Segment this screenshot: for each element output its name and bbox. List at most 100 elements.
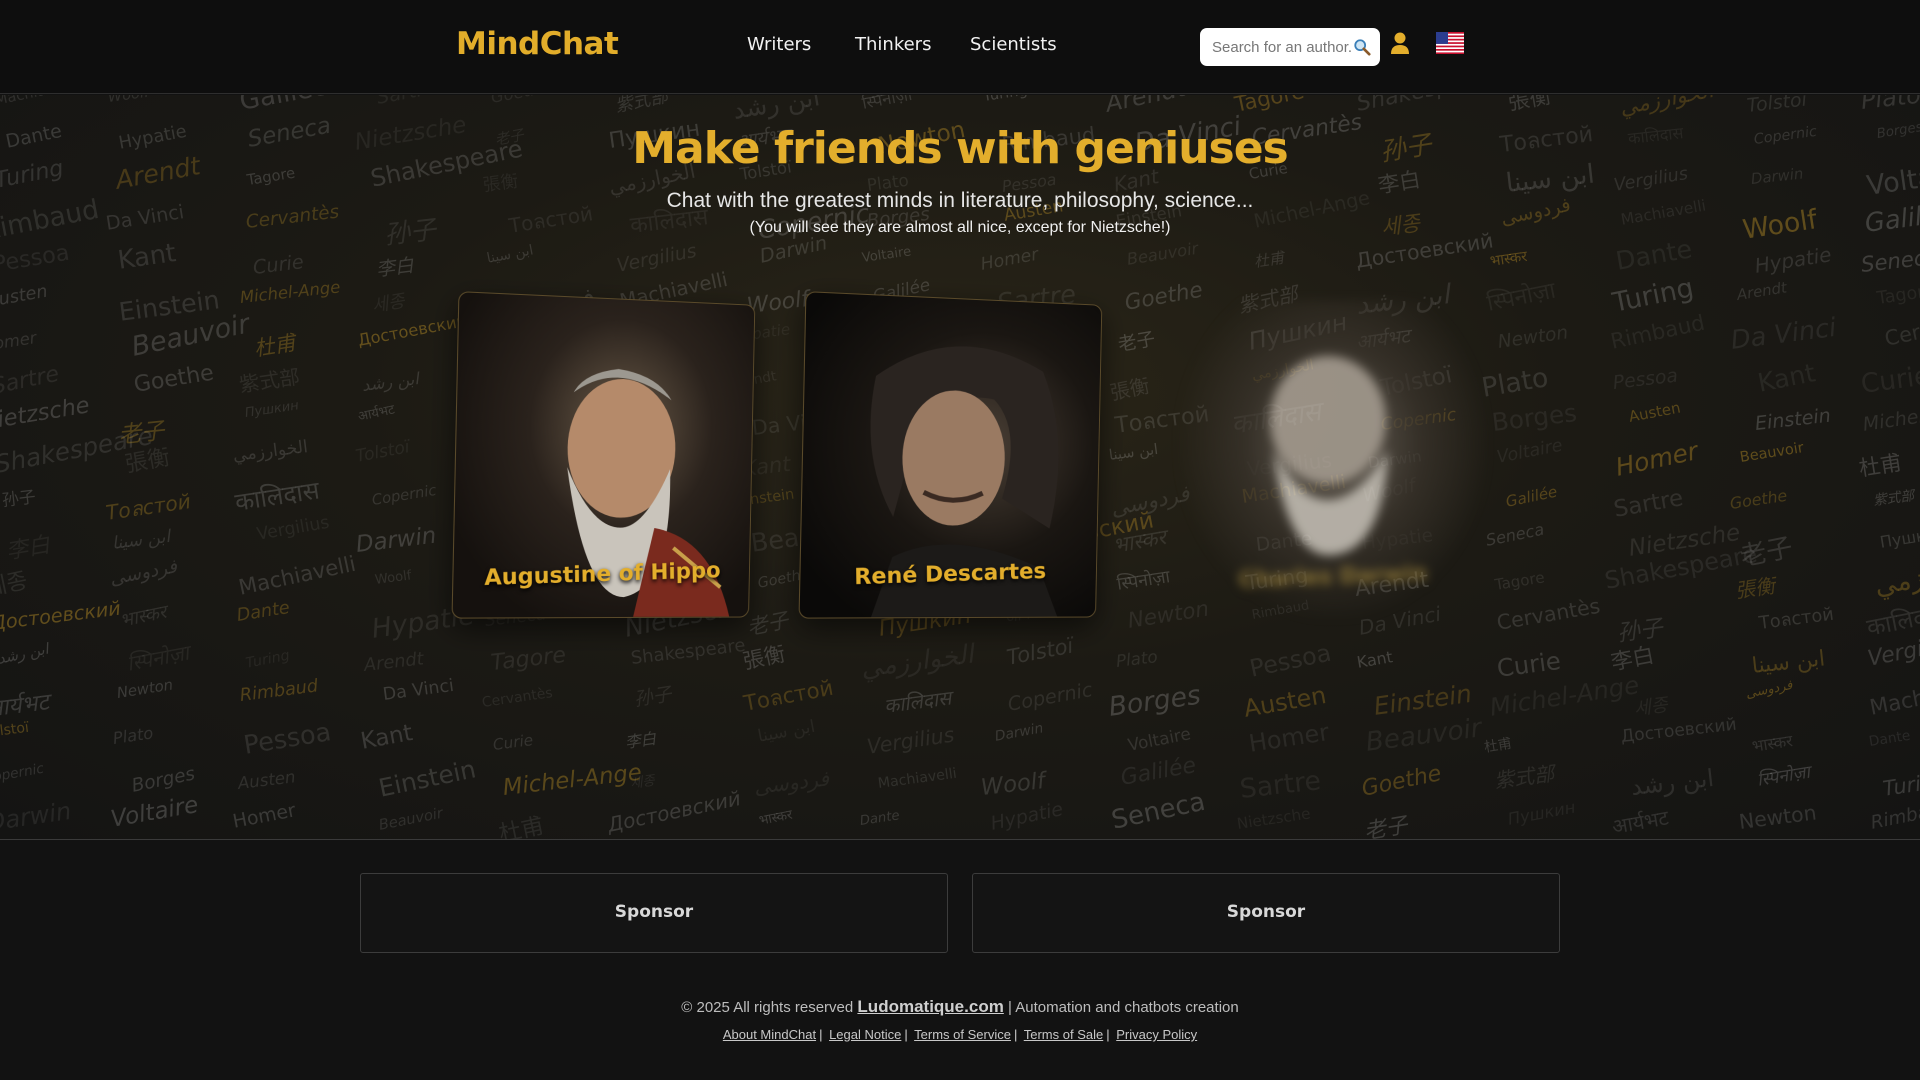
user-icon[interactable]	[1390, 31, 1410, 55]
site-logo[interactable]: MindChat	[456, 26, 619, 62]
background-word: Einstein	[1753, 403, 1832, 435]
hero-note: (You will see they are almost all nice, …	[749, 219, 1171, 236]
background-word: Borges	[1489, 398, 1578, 438]
background-word: Copernic	[0, 760, 46, 787]
background-word: Darwin	[993, 719, 1045, 745]
background-word: 세종	[370, 290, 407, 317]
background-word: Tolstoï	[353, 437, 411, 468]
background-word: 老子	[1737, 531, 1796, 573]
background-word: Beauvoir	[376, 804, 444, 834]
background-word: Nietzsche	[1627, 519, 1742, 562]
background-word: Rimbaud	[1869, 797, 1920, 835]
background-word: 張衡	[1733, 573, 1777, 603]
background-word: Michel-Ange	[1487, 670, 1641, 723]
us-flag-icon[interactable]	[1436, 32, 1464, 54]
footer-copyright-line: © 2025 All rights reserved Ludomatique.c…	[0, 997, 1920, 1017]
background-word: 세종	[0, 567, 31, 602]
background-word: 孙子	[1, 485, 37, 510]
background-word: Turing	[982, 95, 1029, 105]
background-word: Tolstoï	[1004, 632, 1076, 670]
background-word: Voltaire	[1495, 435, 1565, 468]
background-word: 세종	[629, 773, 656, 793]
background-word: Достоевский	[355, 311, 469, 351]
background-word: Einstein	[376, 754, 479, 803]
background-word: Тоลстой	[1757, 603, 1836, 635]
author-card-augustine[interactable]: Augustine of Hippo	[451, 291, 756, 619]
background-word: Voltaire	[861, 244, 913, 266]
background-word: Tolstoï	[0, 720, 30, 742]
background-word: Tagore	[1231, 95, 1306, 118]
background-word: Austen	[1241, 680, 1329, 723]
background-word: Cervantès	[1495, 593, 1603, 635]
nav-thinkers[interactable]: Thinkers	[855, 34, 931, 55]
background-word: Sartre	[1238, 764, 1323, 805]
background-word: 老子	[117, 417, 166, 449]
sponsor-slot-2[interactable]: Sponsor	[972, 873, 1560, 953]
background-word: Goethe	[132, 359, 216, 398]
background-word: 張衡	[122, 444, 172, 478]
background-word: Machiavelli	[0, 95, 76, 109]
background-word: Einstein	[1372, 679, 1474, 722]
background-word: Tolstoï	[1745, 95, 1808, 117]
background-word: 李白	[623, 729, 657, 753]
background-word: Austen	[1627, 398, 1682, 427]
background-word: Newton	[1737, 800, 1818, 835]
background-word: कालिदास	[882, 686, 953, 719]
background-word: 紫式部	[237, 364, 302, 397]
background-word: स्पिनोज़ा	[860, 95, 914, 113]
background-word: Достоевский	[0, 596, 122, 635]
background-word: Michel-Ange	[1861, 396, 1920, 436]
background-word: Pessoa	[1611, 365, 1679, 395]
background-word: Dante	[235, 598, 292, 627]
background-word: Curie	[1858, 360, 1920, 401]
background-word: Beauvoir	[1364, 713, 1484, 759]
background-word: Seneca	[1859, 243, 1920, 278]
background-word: Shakespeare	[629, 634, 747, 669]
background-word: Copernic	[370, 482, 438, 510]
search-box	[1200, 28, 1380, 66]
footer-separator: |	[819, 1027, 823, 1042]
background-word: Beauvoir	[129, 308, 253, 363]
background-word: 老子	[1362, 812, 1410, 840]
footer-separator: |	[1106, 1027, 1110, 1042]
footer-link-about[interactable]: About MindChat	[723, 1027, 816, 1042]
background-word: Vergilius	[865, 722, 957, 759]
background-word: ابن سينا	[110, 526, 172, 554]
search-icon[interactable]	[1353, 38, 1371, 56]
background-word: आर्यभट	[1610, 805, 1671, 840]
nav-scientists[interactable]: Scientists	[970, 34, 1057, 55]
sponsor-slot-1[interactable]: Sponsor	[360, 873, 948, 953]
background-word: Arendt	[362, 647, 425, 676]
footer-link-privacy[interactable]: Privacy Policy	[1116, 1027, 1197, 1042]
background-word: Machiavelli	[877, 765, 958, 792]
background-word: भास्कर	[1488, 247, 1529, 270]
background-word: Sartre	[375, 95, 437, 109]
footer-link-terms-sale[interactable]: Terms of Sale	[1024, 1027, 1103, 1042]
background-word: Woolf	[106, 95, 150, 106]
background-word: 세종	[1633, 695, 1670, 721]
background-word: Voltaire	[109, 791, 201, 833]
background-word: 孙子	[632, 684, 674, 711]
background-word: Goethe	[489, 95, 551, 107]
hero-subtitle: Chat with the greatest minds in literatu…	[666, 189, 1254, 212]
footer-site-link[interactable]: Ludomatique.com	[857, 997, 1003, 1016]
background-word: فردوسی	[108, 556, 180, 590]
background-word: الخوارزمي	[1872, 551, 1920, 603]
nav-writers[interactable]: Writers	[747, 34, 811, 55]
author-card-descartes[interactable]: René Descartes	[798, 291, 1103, 619]
search-input[interactable]	[1212, 37, 1352, 57]
background-word: भास्कर	[1750, 731, 1794, 756]
author-card-darwin[interactable]: Charles Darwin	[1178, 300, 1488, 620]
background-word: स्पिनोज़ा	[1115, 567, 1172, 595]
background-word: 張衡	[740, 640, 787, 674]
hero-title: Make friends with geniuses	[632, 123, 1289, 174]
hero-section: Machiavelli Dante Turing Rimbaud Pessoa Auste…	[0, 95, 1920, 840]
background-word: Kant	[1355, 647, 1394, 673]
background-word: 老子	[1116, 329, 1157, 357]
background-word: Tagore	[489, 641, 567, 676]
footer-link-terms-service[interactable]: Terms of Service	[914, 1027, 1011, 1042]
background-word: ابن رشد	[361, 369, 420, 396]
footer-link-legal[interactable]: Legal Notice	[829, 1027, 901, 1042]
background-word: Newton	[1496, 322, 1570, 354]
background-word: ابن سينا	[1750, 645, 1827, 679]
